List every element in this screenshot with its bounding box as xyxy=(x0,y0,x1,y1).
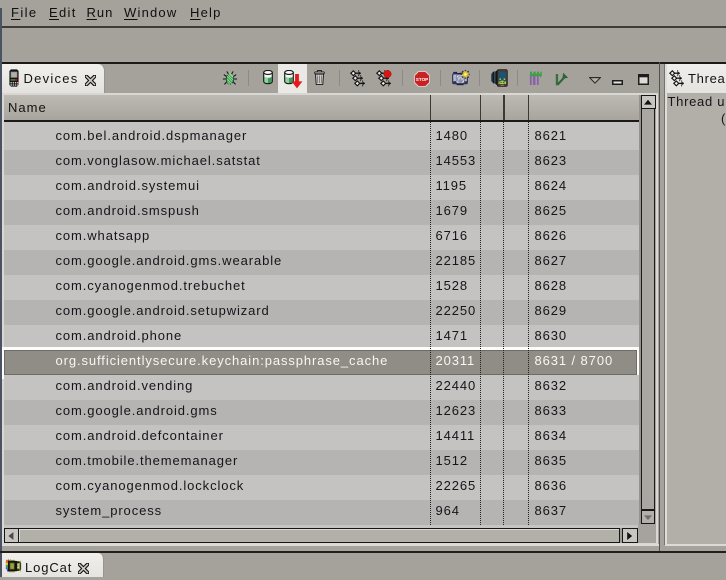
svg-text:STOP: STOP xyxy=(416,76,428,81)
